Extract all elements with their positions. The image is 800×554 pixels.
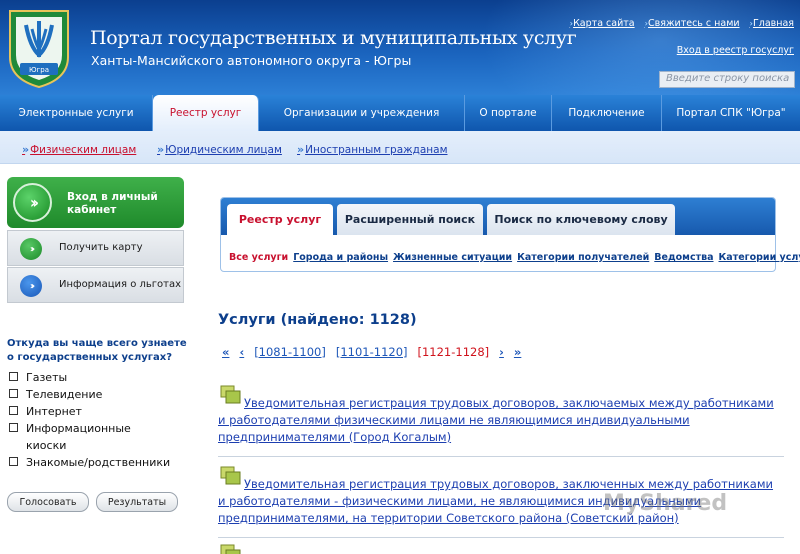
nav-tab-connection[interactable]: Подключение xyxy=(552,95,662,131)
subnav-legal-entities[interactable]: » Юридическим лицам xyxy=(157,143,282,156)
service-document-icon xyxy=(220,544,241,554)
result-divider xyxy=(218,456,784,457)
pager-first[interactable]: « xyxy=(222,345,229,359)
checkbox[interactable] xyxy=(9,406,18,415)
personal-cabinet-label: Вход в личный кабинет xyxy=(67,191,158,216)
nav-tab-about[interactable]: О портале xyxy=(465,95,552,131)
pager-page[interactable]: [1101-1120] xyxy=(336,345,408,359)
subnav-foreign-citizens[interactable]: » Иностранным гражданам xyxy=(297,143,448,156)
search-tabs-panel: Реестр услуг Расширенный поиск Поиск по … xyxy=(220,197,800,272)
checkbox[interactable] xyxy=(9,423,18,432)
audience-subnav: » Физическим лицам » Юридическим лицам » Ин… xyxy=(0,131,800,164)
poll-option[interactable]: Знакомые/родственники xyxy=(9,454,194,471)
chevron-right-icon: ›› xyxy=(13,183,52,222)
benefits-info-label: Информация о льготах xyxy=(59,279,182,290)
service-result-link[interactable]: Уведомительная регистрация трудовых дого… xyxy=(218,395,784,446)
pager-last[interactable]: » xyxy=(514,345,521,359)
pagination: « ‹ [1081-1100] [1101-1120] [1121-1128] … xyxy=(222,345,521,359)
checkbox[interactable] xyxy=(9,457,18,466)
site-map-link[interactable]: ›› Карта сайта xyxy=(570,18,635,29)
personal-cabinet-login-button[interactable]: ›› Вход в личный кабинет xyxy=(7,177,184,228)
tab-keyword-search[interactable]: Поиск по ключевому слову xyxy=(487,204,675,235)
poll-option[interactable]: Информационные киоски xyxy=(9,420,194,454)
tab-advanced-search[interactable]: Расширенный поиск xyxy=(337,204,483,235)
filter-cities-districts[interactable]: Города и районы xyxy=(293,252,388,263)
registry-login-link[interactable]: Вход в реестр госуслуг xyxy=(677,45,794,56)
poll-options: Газеты Телевидение Интернет Информационн… xyxy=(9,369,194,471)
poll-option[interactable]: Телевидение xyxy=(9,386,194,403)
get-card-button[interactable]: ›› Получить карту xyxy=(7,230,184,266)
filter-service-categories[interactable]: Категории услуг xyxy=(719,252,800,263)
watermark: MyShared xyxy=(603,491,728,516)
poll-question: Откуда вы чаще всего узнаете о государст… xyxy=(7,338,187,363)
tab-registry[interactable]: Реестр услуг xyxy=(227,204,333,235)
contact-link[interactable]: ›› Свяжитесь с нами xyxy=(645,18,740,29)
pager-current-page: [1121-1128] xyxy=(417,345,490,359)
result-divider xyxy=(218,537,784,538)
subnav-individuals[interactable]: » Физическим лицам xyxy=(22,143,136,156)
filter-life-situations[interactable]: Жизненные ситуации xyxy=(393,252,512,263)
pager-prev[interactable]: ‹ xyxy=(239,345,244,359)
emblem-text: Югра xyxy=(29,66,49,74)
portal-subtitle: Ханты-Мансийского автономного округа - Ю… xyxy=(91,53,412,68)
get-card-label: Получить карту xyxy=(59,242,143,253)
nav-tab-spk-portal[interactable]: Портал СПК "Югра" xyxy=(662,95,800,131)
registry-filters: Все услуги Города и районы Жизненные сит… xyxy=(229,252,800,263)
search-input[interactable]: Введите строку поиска xyxy=(659,71,795,88)
checkbox[interactable] xyxy=(9,389,18,398)
chevron-right-icon: ›› xyxy=(20,238,42,260)
portal-title: Портал государственных и муниципальных у… xyxy=(90,27,577,49)
pager-next[interactable]: › xyxy=(499,345,504,359)
nav-tab-e-services[interactable]: Электронные услуги xyxy=(0,95,153,131)
double-chevron-icon: » xyxy=(22,143,29,156)
benefits-info-button[interactable]: ›› Информация о льготах xyxy=(7,267,184,303)
results-title: Услуги (найдено: 1128) xyxy=(218,312,417,328)
filter-agencies[interactable]: Ведомства xyxy=(654,252,713,263)
nav-tab-registry[interactable]: Реестр услуг xyxy=(153,95,259,131)
main-nav: Электронные услуги Реестр услуг Организа… xyxy=(0,95,800,131)
poll-option[interactable]: Газеты xyxy=(9,369,194,386)
chevron-right-icon: ›› xyxy=(20,275,42,297)
vote-button[interactable]: Голосовать xyxy=(7,492,89,512)
tabs-bar: Реестр услуг Расширенный поиск Поиск по … xyxy=(221,198,775,235)
coat-of-arms-logo[interactable]: Югра xyxy=(6,7,72,89)
home-link[interactable]: ›› Главная xyxy=(750,18,794,29)
poll-results-button[interactable]: Результаты xyxy=(96,492,178,512)
checkbox[interactable] xyxy=(9,372,18,381)
pager-page[interactable]: [1081-1100] xyxy=(254,345,326,359)
double-chevron-icon: » xyxy=(297,143,304,156)
filter-recipient-categories[interactable]: Категории получателей xyxy=(517,252,649,263)
double-chevron-icon: » xyxy=(157,143,164,156)
top-links: ›› Карта сайта ›› Свяжитесь с нами ›› Главн… xyxy=(570,18,794,29)
site-header: Югра Портал государственных и муниципаль… xyxy=(0,0,800,95)
poll-option[interactable]: Интернет xyxy=(9,403,194,420)
filter-all-services[interactable]: Все услуги xyxy=(229,252,288,263)
nav-tab-organizations[interactable]: Организации и учреждения xyxy=(259,95,465,131)
